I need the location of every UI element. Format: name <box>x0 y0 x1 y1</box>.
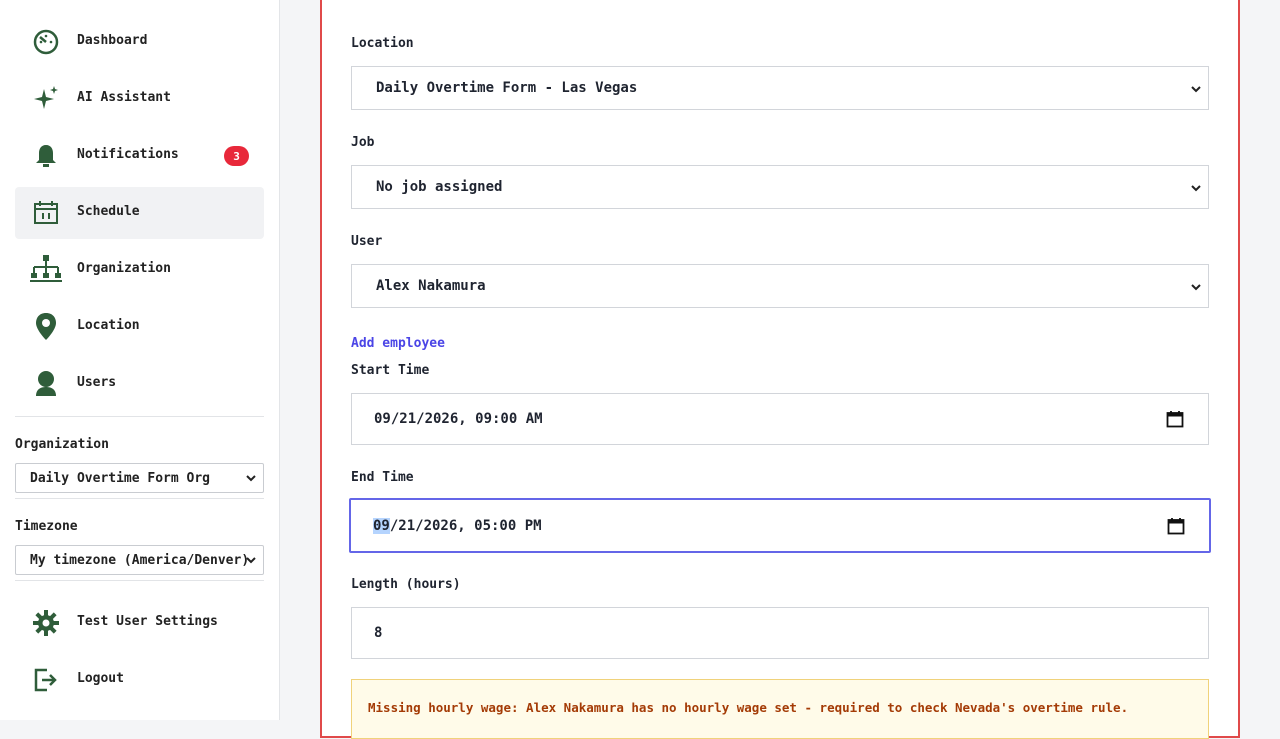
location-label: Location <box>351 36 414 51</box>
sidebar-item-location[interactable]: Location <box>15 301 264 353</box>
sidebar-item-label: Notifications <box>77 147 179 162</box>
chevron-down-icon <box>245 472 257 488</box>
bell-icon <box>30 142 62 170</box>
length-input[interactable]: 8 <box>351 607 1209 659</box>
org-chart-icon <box>30 255 62 284</box>
chevron-down-icon <box>245 554 257 570</box>
calendar-picker-icon[interactable] <box>1167 517 1185 539</box>
end-time-input[interactable]: 09/21/2026, 05:00 PM <box>349 498 1211 553</box>
organization-select-value: Daily Overtime Form Org <box>30 470 211 486</box>
sidebar-item-ai-assistant[interactable]: AI Assistant <box>15 73 264 125</box>
start-time-label: Start Time <box>351 363 430 378</box>
sidebar: Dashboard AI Assistant Notifications 3 S… <box>0 0 280 720</box>
sidebar-divider <box>15 416 264 417</box>
sidebar-item-settings[interactable]: Test User Settings <box>15 597 264 649</box>
calendar-icon <box>30 199 62 227</box>
length-label: Length (hours) <box>351 577 461 592</box>
location-select-value: Daily Overtime Form - Las Vegas <box>376 80 638 96</box>
gear-icon <box>30 609 62 637</box>
end-time-selected-segment: 09 <box>373 517 390 534</box>
sidebar-item-label: Test User Settings <box>77 614 218 629</box>
sidebar-divider <box>15 580 264 581</box>
sparkle-icon <box>30 85 62 113</box>
timezone-label: Timezone <box>15 519 78 534</box>
end-time-value: 09/21/2026, 05:00 PM <box>373 517 542 534</box>
sidebar-item-users[interactable]: Users <box>15 358 264 410</box>
sidebar-item-label: Schedule <box>77 204 140 219</box>
logout-icon <box>30 666 62 694</box>
start-time-input[interactable]: 09/21/2026, 09:00 AM <box>351 393 1209 445</box>
sidebar-item-organization[interactable]: Organization <box>15 244 264 296</box>
user-select[interactable]: Alex Nakamura <box>351 264 1209 308</box>
dashboard-icon <box>30 28 62 56</box>
add-employee-link[interactable]: Add employee <box>351 336 445 351</box>
sidebar-item-label: Location <box>77 318 140 333</box>
sidebar-item-label: Dashboard <box>77 33 148 48</box>
job-select[interactable]: No job assigned <box>351 165 1209 209</box>
job-select-value: No job assigned <box>376 179 503 195</box>
sidebar-item-logout[interactable]: Logout <box>15 654 264 706</box>
organization-label: Organization <box>15 437 109 452</box>
sidebar-item-notifications[interactable]: Notifications 3 <box>15 130 264 182</box>
start-time-value: 09/21/2026, 09:00 AM <box>374 411 543 427</box>
length-value: 8 <box>374 625 383 641</box>
missing-wage-warning: Missing hourly wage: Alex Nakamura has n… <box>351 679 1209 739</box>
sidebar-item-label: Users <box>77 375 117 390</box>
sidebar-divider <box>15 498 264 499</box>
sidebar-item-schedule[interactable]: Schedule <box>15 187 264 239</box>
user-label: User <box>351 234 383 249</box>
job-label: Job <box>351 135 375 150</box>
calendar-picker-icon[interactable] <box>1166 410 1184 432</box>
notification-count-badge: 3 <box>224 146 249 166</box>
end-time-label: End Time <box>351 470 414 485</box>
end-time-value-rest: /21/2026, 05:00 PM <box>389 517 542 534</box>
timezone-select[interactable]: My timezone (America/Denver) <box>15 545 264 575</box>
sidebar-item-label: Organization <box>77 261 171 276</box>
chevron-down-icon <box>1190 83 1202 99</box>
map-pin-icon <box>30 313 62 341</box>
warning-text: Missing hourly wage: Alex Nakamura has n… <box>368 700 1129 715</box>
timezone-select-value: My timezone (America/Denver) <box>30 552 250 568</box>
sidebar-item-dashboard[interactable]: Dashboard <box>15 16 264 68</box>
user-icon <box>30 370 62 398</box>
sidebar-item-label: Logout <box>77 671 124 686</box>
chevron-down-icon <box>1190 182 1202 198</box>
organization-select[interactable]: Daily Overtime Form Org <box>15 463 264 493</box>
user-select-value: Alex Nakamura <box>376 278 486 294</box>
sidebar-item-label: AI Assistant <box>77 90 171 105</box>
chevron-down-icon <box>1190 281 1202 297</box>
location-select[interactable]: Daily Overtime Form - Las Vegas <box>351 66 1209 110</box>
